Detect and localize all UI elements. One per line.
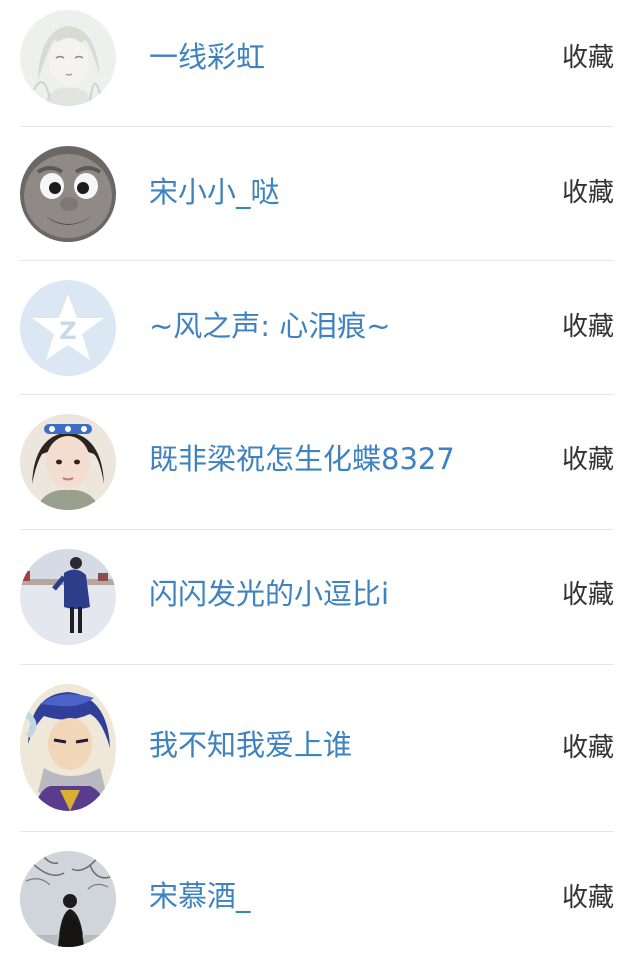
anime-boy-avatar-icon [20, 684, 116, 811]
username[interactable]: 我不知我爱上谁 [149, 727, 352, 763]
favorite-button[interactable]: 收藏 [562, 176, 614, 210]
person-in-snow-avatar-icon [20, 549, 116, 645]
username[interactable]: 宋小小_哒 [149, 174, 280, 210]
favorite-button[interactable]: 收藏 [562, 443, 614, 477]
favorite-button[interactable]: 收藏 [562, 881, 614, 915]
avatar[interactable] [20, 10, 116, 106]
avatar[interactable] [20, 414, 116, 510]
list-item[interactable]: 我不知我爱上谁 收藏 [20, 665, 614, 832]
favorite-button[interactable]: 收藏 [562, 41, 614, 75]
svg-text:Z: Z [59, 317, 76, 345]
list-item[interactable]: 宋小小_哒 收藏 [20, 127, 614, 261]
person-under-tree-avatar-icon [20, 851, 116, 947]
list-item[interactable]: 宋慕酒_ 收藏 [20, 832, 614, 964]
favorites-user-list: 一线彩虹 收藏 宋小小_哒 收藏 Z ~风之声: 心泪痕~ 收藏 既非梁祝怎生化… [0, 0, 640, 964]
favorite-button[interactable]: 收藏 [562, 578, 614, 612]
username[interactable]: 闪闪发光的小逗比i [149, 576, 389, 612]
avatar[interactable] [20, 549, 116, 645]
cartoon-face-avatar-icon [20, 146, 116, 242]
username[interactable]: 既非梁祝怎生化蝶8327 [149, 441, 455, 477]
favorite-button[interactable]: 收藏 [562, 731, 614, 765]
avatar[interactable] [20, 146, 116, 242]
username[interactable]: 宋慕酒_ [149, 878, 251, 914]
list-item[interactable]: 既非梁祝怎生化蝶8327 收藏 [20, 395, 614, 530]
favorite-button[interactable]: 收藏 [562, 310, 614, 344]
username[interactable]: 一线彩虹 [149, 39, 265, 75]
list-item[interactable]: Z ~风之声: 心泪痕~ 收藏 [20, 261, 614, 395]
avatar[interactable] [20, 684, 116, 811]
username[interactable]: ~风之声: 心泪痕~ [149, 308, 391, 344]
list-item[interactable]: 闪闪发光的小逗比i 收藏 [20, 530, 614, 665]
anime-girl-sketch-avatar-icon [20, 10, 116, 106]
list-item[interactable]: 一线彩虹 收藏 [20, 0, 614, 127]
avatar[interactable] [20, 851, 116, 947]
qq-default-avatar-icon: Z [20, 280, 116, 376]
girl-with-headband-avatar-icon [20, 414, 116, 510]
avatar[interactable]: Z [20, 280, 116, 376]
